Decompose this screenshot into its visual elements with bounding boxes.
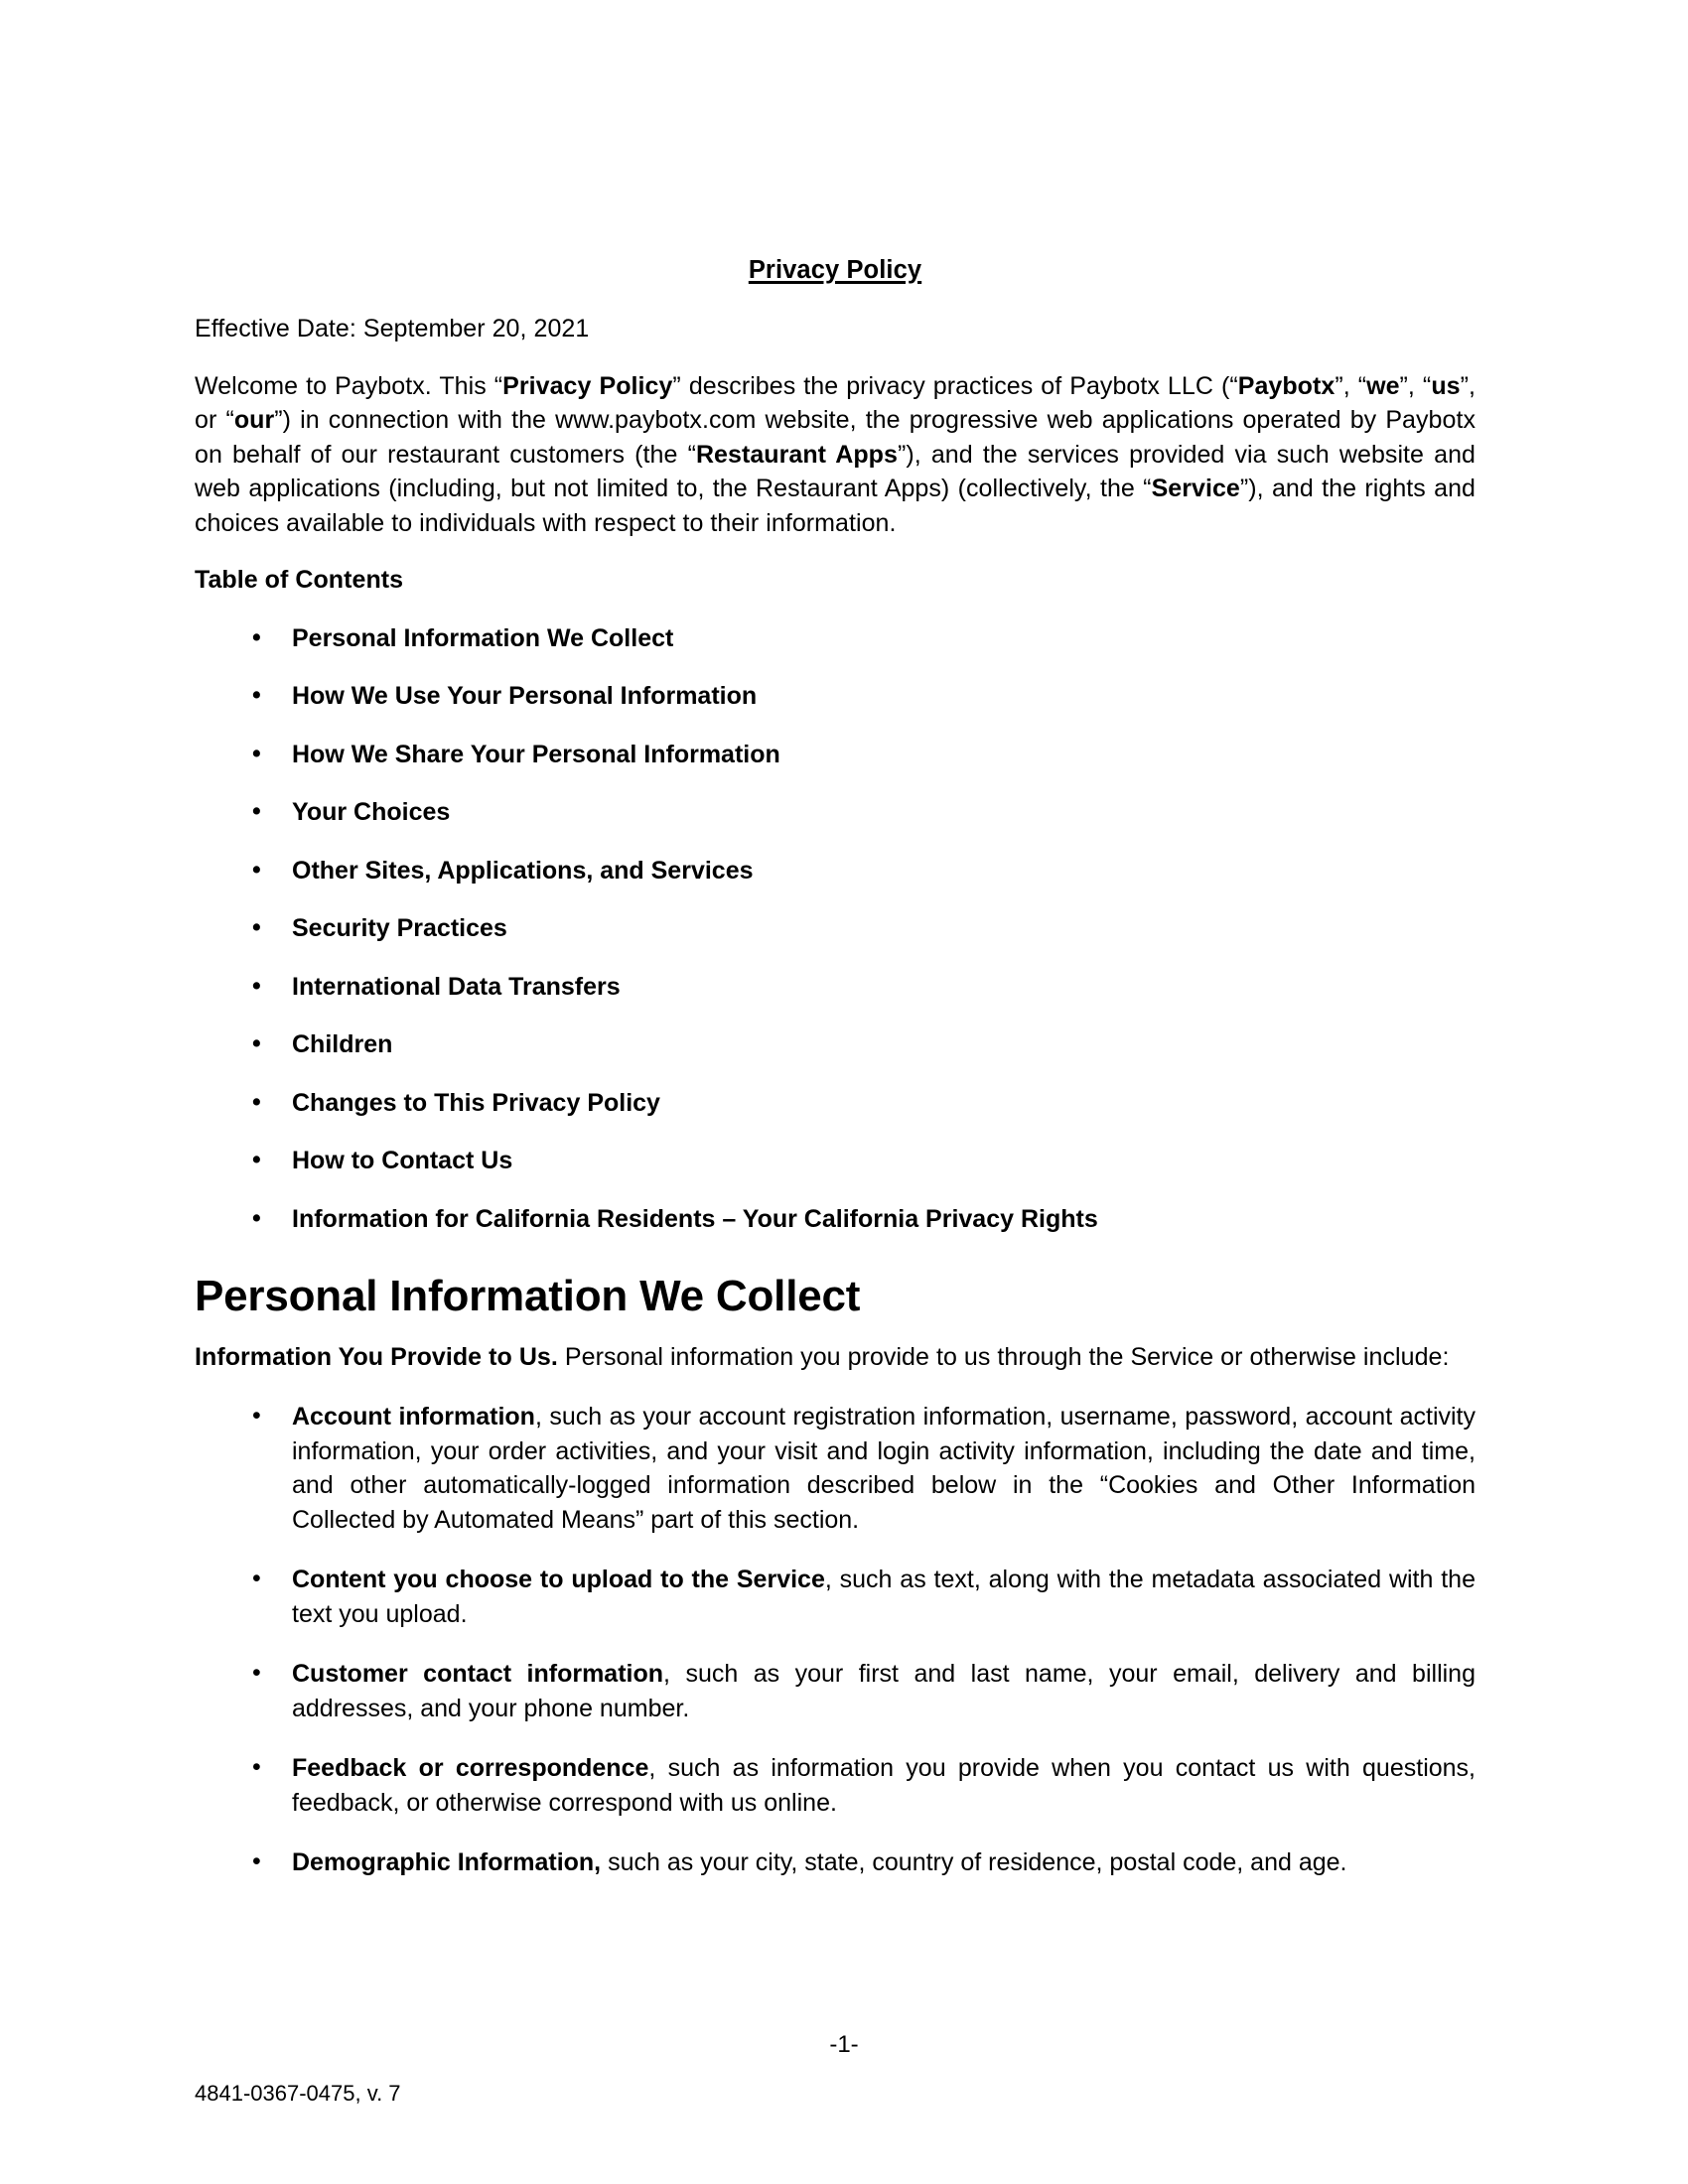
personal-information-bullet-list: Account information, such as your accoun… bbox=[195, 1399, 1476, 1880]
toc-item[interactable]: Changes to This Privacy Policy bbox=[195, 1085, 1476, 1121]
toc-item[interactable]: Your Choices bbox=[195, 794, 1476, 830]
toc-item[interactable]: Security Practices bbox=[195, 910, 1476, 946]
toc-item[interactable]: Information for California Residents – Y… bbox=[195, 1201, 1476, 1237]
toc-item[interactable]: International Data Transfers bbox=[195, 969, 1476, 1005]
document-page: Privacy Policy Effective Date: September… bbox=[0, 0, 1688, 2184]
intro-paragraph: Welcome to Paybotx. This “Privacy Policy… bbox=[195, 369, 1476, 541]
list-item: Account information, such as your accoun… bbox=[195, 1399, 1476, 1537]
toc-item[interactable]: Personal Information We Collect bbox=[195, 620, 1476, 656]
toc-item[interactable]: How We Share Your Personal Information bbox=[195, 737, 1476, 772]
page-number: -1- bbox=[829, 2031, 859, 2058]
toc-item-label: International Data Transfers bbox=[292, 972, 621, 1001]
intro-text-1: Welcome to Paybotx. This “ bbox=[195, 371, 503, 400]
effective-date: Effective Date: September 20, 2021 bbox=[195, 315, 590, 343]
page-content: Privacy Policy Effective Date: September… bbox=[195, 0, 1476, 1880]
table-of-contents-list: Personal Information We Collect How We Us… bbox=[195, 620, 1476, 1237]
list-item-lead: Content you choose to upload to the Serv… bbox=[292, 1566, 825, 1593]
information-you-provide-text: Personal information you provide to us t… bbox=[557, 1342, 1450, 1371]
toc-item-label: How to Contact Us bbox=[292, 1147, 513, 1175]
list-item-lead: Account information bbox=[292, 1403, 535, 1431]
toc-item[interactable]: How to Contact Us bbox=[195, 1143, 1476, 1178]
list-item-lead: Customer contact information bbox=[292, 1660, 664, 1688]
term-restaurant-apps: Restaurant Apps bbox=[695, 440, 898, 469]
table-of-contents-heading: Table of Contents bbox=[195, 566, 404, 595]
term-privacy-policy: Privacy Policy bbox=[502, 371, 673, 400]
toc-item-label: How We Use Your Personal Information bbox=[292, 682, 758, 711]
list-item: Content you choose to upload to the Serv… bbox=[195, 1562, 1476, 1631]
term-our: our bbox=[233, 406, 275, 435]
toc-item-label: Security Practices bbox=[292, 914, 507, 943]
section-heading-personal-information-we-collect: Personal Information We Collect bbox=[195, 1272, 861, 1321]
page-title-text: Privacy Policy bbox=[748, 256, 922, 284]
toc-item[interactable]: How We Use Your Personal Information bbox=[195, 678, 1476, 714]
list-item-text: such as your city, state, country of res… bbox=[601, 1848, 1347, 1876]
toc-item-label: Other Sites, Applications, and Services bbox=[292, 856, 754, 885]
document-reference: 4841-0367-0475, v. 7 bbox=[195, 2081, 401, 2106]
term-us: us bbox=[1431, 371, 1461, 400]
term-paybotx: Paybotx bbox=[1237, 371, 1336, 400]
page-title: Privacy Policy bbox=[195, 0, 1476, 285]
list-item-lead: Demographic Information, bbox=[292, 1848, 602, 1876]
intro-text-2: ” describes the privacy practices of Pay… bbox=[672, 371, 1238, 400]
intro-text-3: ”, “ bbox=[1335, 371, 1367, 400]
term-service: Service bbox=[1151, 475, 1240, 503]
toc-item-label: Personal Information We Collect bbox=[292, 623, 674, 652]
term-we: we bbox=[1366, 371, 1400, 400]
toc-item-label: Children bbox=[292, 1030, 393, 1059]
toc-item[interactable]: Children bbox=[195, 1026, 1476, 1062]
information-you-provide-label: Information You Provide to Us. bbox=[195, 1342, 558, 1371]
list-item: Demographic Information, such as your ci… bbox=[195, 1844, 1476, 1880]
list-item: Customer contact information, such as yo… bbox=[195, 1656, 1476, 1725]
list-item-lead: Feedback or correspondence bbox=[292, 1754, 649, 1782]
toc-item[interactable]: Other Sites, Applications, and Services bbox=[195, 853, 1476, 888]
toc-item-label: Information for California Residents – Y… bbox=[292, 1204, 1098, 1233]
intro-text-4: ”, “ bbox=[1399, 371, 1432, 400]
list-item: Feedback or correspondence, such as info… bbox=[195, 1750, 1476, 1820]
toc-item-label: Changes to This Privacy Policy bbox=[292, 1088, 660, 1117]
toc-item-label: How We Share Your Personal Information bbox=[292, 740, 780, 768]
toc-item-label: Your Choices bbox=[292, 798, 451, 827]
information-you-provide-paragraph: Information You Provide to Us. Personal … bbox=[195, 1340, 1476, 1375]
